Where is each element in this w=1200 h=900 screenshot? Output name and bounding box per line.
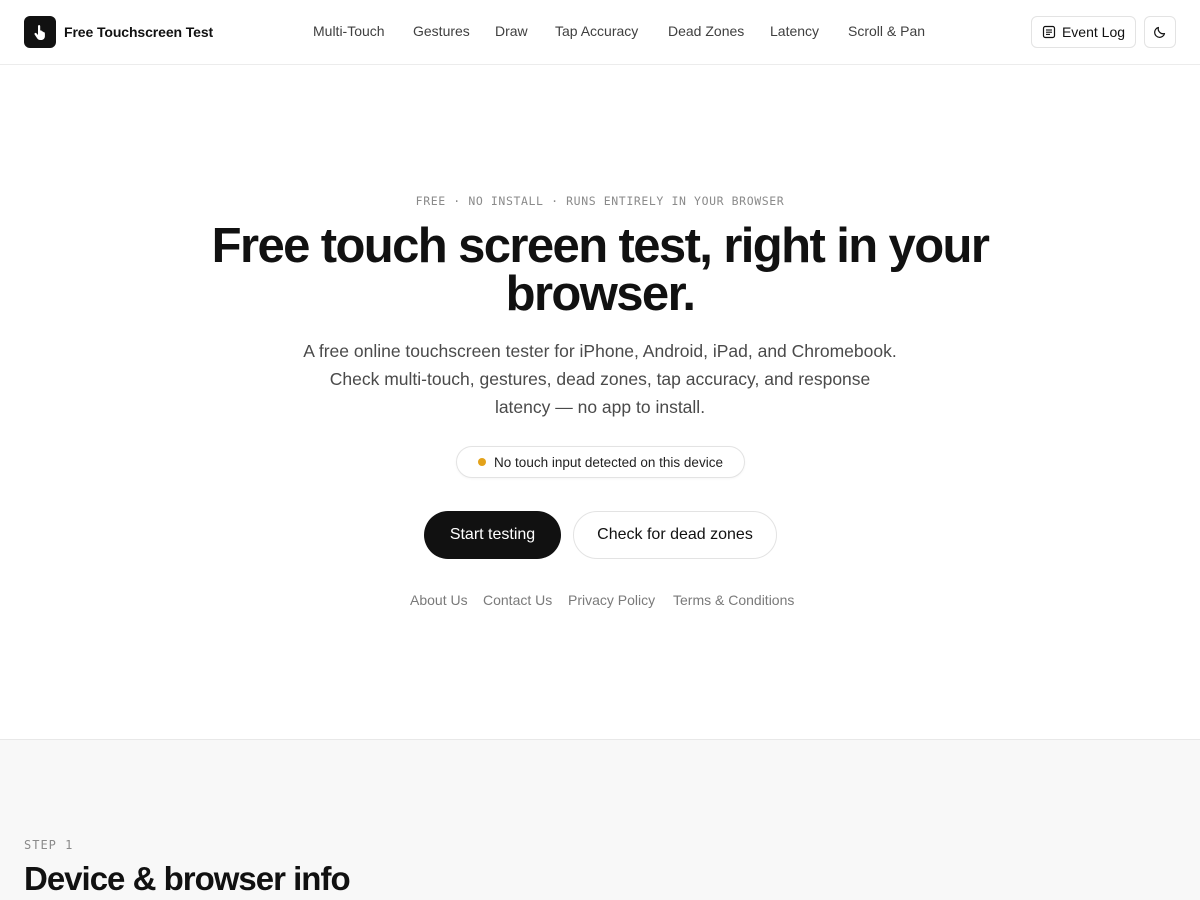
- theme-toggle-button[interactable]: [1144, 16, 1176, 48]
- nav-multi-touch[interactable]: Multi-Touch: [313, 23, 385, 39]
- top-header: Free Touchscreen Test Multi-Touch Gestur…: [0, 0, 1200, 65]
- nav-gestures[interactable]: Gestures: [413, 23, 470, 39]
- step-label: STEP 1: [24, 838, 74, 852]
- brand-name: Free Touchscreen Test: [64, 24, 214, 40]
- about-us-link[interactable]: About Us: [410, 592, 468, 608]
- status-dot-icon: [478, 458, 487, 466]
- contact-us-link[interactable]: Contact Us: [483, 592, 552, 608]
- nav-tap-accuracy[interactable]: Tap Accuracy: [555, 23, 638, 39]
- touch-status-badge: No touch input detected on this device: [456, 446, 745, 478]
- hero-section: FREE · NO INSTALL · RUNS ENTIRELY IN YOU…: [0, 65, 1200, 740]
- check-dead-zones-button[interactable]: Check for dead zones: [573, 511, 777, 559]
- moon-icon: [1153, 25, 1167, 39]
- nav-latency[interactable]: Latency: [770, 23, 819, 39]
- nav-scroll-pan[interactable]: Scroll & Pan: [848, 23, 925, 39]
- nav-draw[interactable]: Draw: [495, 23, 528, 39]
- hand-pointer-icon: [24, 16, 56, 48]
- brand[interactable]: Free Touchscreen Test: [24, 16, 213, 48]
- nav-dead-zones[interactable]: Dead Zones: [668, 23, 744, 39]
- device-info-section: STEP 1 Device & browser info: [0, 739, 1200, 900]
- start-testing-button[interactable]: Start testing: [424, 511, 561, 559]
- page-title: Free touch screen test, right in your br…: [211, 219, 990, 321]
- terms-conditions-link[interactable]: Terms & Conditions: [673, 592, 794, 608]
- document-icon: [1042, 25, 1056, 39]
- privacy-policy-link[interactable]: Privacy Policy: [568, 592, 655, 608]
- hero-eyebrow: FREE · NO INSTALL · RUNS ENTIRELY IN YOU…: [415, 194, 785, 208]
- section-title: Device & browser info: [24, 860, 351, 897]
- event-log-label: Event Log: [1061, 24, 1126, 40]
- event-log-button[interactable]: Event Log: [1031, 16, 1136, 48]
- touch-status-text: No touch input detected on this device: [494, 454, 723, 470]
- hero-description: A free online touchscreen tester for iPh…: [303, 341, 897, 417]
